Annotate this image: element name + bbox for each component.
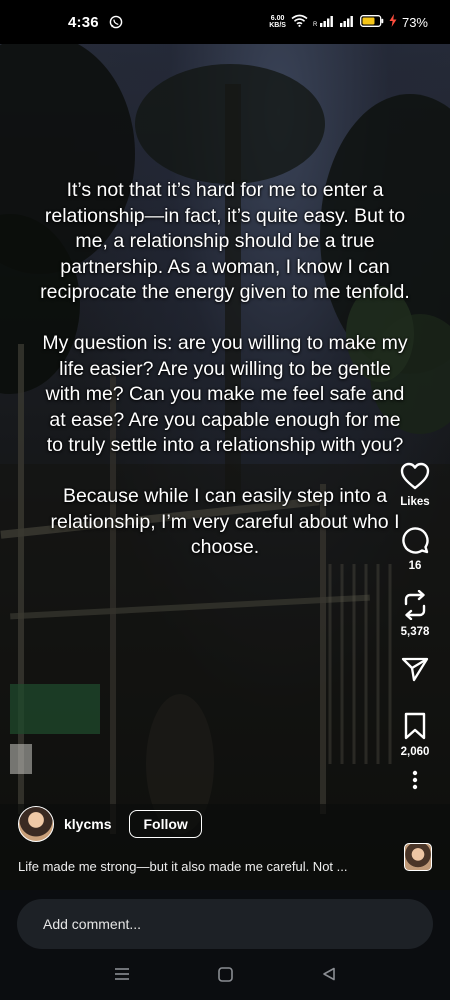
status-icons: 6.00 KB/S R 73% [269,13,428,31]
repost-button[interactable]: 5,378 [400,590,430,638]
system-nav-bar [0,954,450,994]
avatar[interactable] [18,806,54,842]
home-icon[interactable] [218,966,234,982]
like-button[interactable]: Likes [400,462,430,508]
reposts-count: 5,378 [400,626,430,638]
author-row: klycms Follow [18,806,202,842]
back-icon[interactable] [322,967,336,981]
overlay-paragraph: It’s not that it’s hard for me to enter … [40,179,410,304]
author-username[interactable]: klycms [64,816,111,832]
audio-thumbnail[interactable] [404,843,432,871]
overlay-paragraph: My question is: are you willing to make … [42,331,408,457]
save-button[interactable]: 2,060 [400,712,430,758]
likes-label: Likes [400,496,430,508]
comment-input[interactable]: Add comment... [17,899,433,949]
send-icon [401,657,429,682]
post-caption[interactable]: Life made me strong—but it also made me … [18,859,363,874]
svg-text:R: R [313,22,318,27]
overlay-paragraph: Because while I can easily step into a r… [50,484,400,559]
comment-button[interactable]: 16 [401,526,429,572]
repost-icon [404,590,426,620]
heart-icon [400,462,430,490]
more-options-button[interactable] [412,770,418,790]
comments-count: 16 [408,560,422,572]
follow-button[interactable]: Follow [129,810,202,838]
whatsapp-icon [109,15,123,29]
wifi-icon [291,14,308,31]
signal-icon [339,14,355,31]
share-button[interactable] [401,656,429,682]
action-rail: Likes 16 5,378 2,060 [380,462,450,790]
battery-percent: 73% [401,14,428,30]
overlay-text: It’s not that it’s hard for me to enter … [40,178,410,586]
bottom-bar: Add comment... [0,890,450,1000]
status-bar: 4:36 6.00 KB/S R 73% [0,0,450,44]
bookmark-icon [404,712,426,740]
comment-icon [402,527,429,554]
battery-icon [360,14,384,31]
signal-icon: R [313,14,335,31]
menu-icon[interactable] [114,967,130,981]
reel-screen: 4:36 6.00 KB/S R 73% It’s not that it’s … [0,0,450,1000]
saves-count: 2,060 [400,746,430,758]
more-icon [412,770,418,790]
charging-icon [389,13,397,31]
status-time: 4:36 [68,13,99,31]
network-speed: 6.00 KB/S [269,15,286,29]
